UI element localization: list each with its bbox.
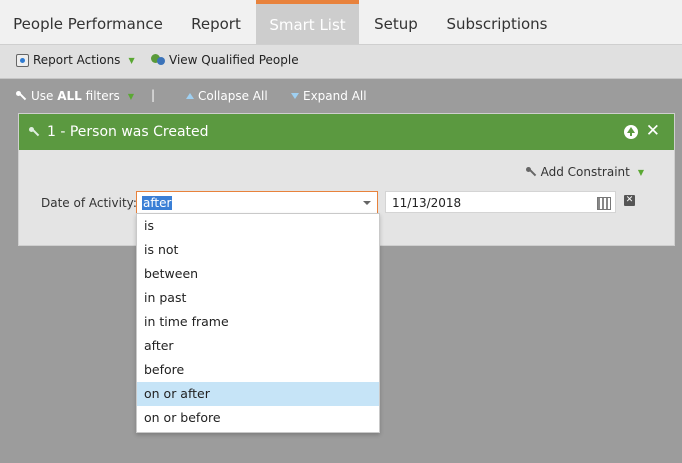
date-of-activity-label: Date of Activity: xyxy=(41,196,137,210)
tab-setup[interactable]: Setup xyxy=(359,0,433,44)
report-icon xyxy=(16,53,29,67)
tab-smart-list[interactable]: Smart List xyxy=(256,0,359,44)
operator-dropdown-list: is is not between in past in time frame … xyxy=(136,213,380,433)
chevron-down-icon: ▼ xyxy=(128,55,135,65)
dropdown-option-highlighted[interactable]: on or after xyxy=(137,382,379,406)
collapse-all-button[interactable]: Collapse All xyxy=(186,89,268,103)
dropdown-option[interactable]: in time frame xyxy=(137,310,379,334)
use-filters-label: Use ALL filters xyxy=(31,89,120,103)
chevron-down-icon: ▼ xyxy=(637,167,644,177)
dropdown-option[interactable]: is not xyxy=(137,238,379,262)
dropdown-option[interactable]: before xyxy=(137,358,379,382)
toolbar: Report Actions ▼ View Qualified People xyxy=(0,45,682,79)
use-all-filters-dropdown[interactable]: Use ALL filters ▼ xyxy=(16,89,134,103)
wand-icon xyxy=(29,127,40,138)
report-actions-button[interactable]: Report Actions ▼ xyxy=(16,53,135,67)
filter-header: 1 - Person was Created ✕ xyxy=(19,114,674,150)
move-up-icon[interactable] xyxy=(624,125,638,139)
chevron-down-icon xyxy=(363,201,371,205)
expand-all-label: Expand All xyxy=(303,89,367,103)
collapse-all-label: Collapse All xyxy=(198,89,268,103)
dropdown-option[interactable]: on or before xyxy=(137,406,379,430)
dropdown-option[interactable]: in past xyxy=(137,286,379,310)
collapse-icon xyxy=(186,93,194,99)
wand-icon xyxy=(525,166,537,178)
date-input[interactable]: 11/13/2018 xyxy=(385,191,616,213)
view-qualified-label: View Qualified People xyxy=(169,53,299,67)
calendar-icon[interactable] xyxy=(597,197,611,210)
expand-all-button[interactable]: Expand All xyxy=(291,89,367,103)
filter-title: 1 - Person was Created xyxy=(47,124,209,140)
tab-people-performance[interactable]: People Performance xyxy=(0,0,176,44)
add-constraint-label: Add Constraint xyxy=(540,165,630,179)
people-icon xyxy=(151,54,165,66)
filter-options-bar: Use ALL filters ▼ | Collapse All Expand … xyxy=(0,79,682,113)
operator-select[interactable]: after xyxy=(136,191,378,215)
clear-icon[interactable]: ✕ xyxy=(624,195,635,206)
tab-subscriptions[interactable]: Subscriptions xyxy=(433,0,561,44)
use-bold: ALL xyxy=(57,89,82,103)
wand-icon xyxy=(16,90,27,102)
close-icon[interactable]: ✕ xyxy=(646,121,660,141)
dropdown-option[interactable]: between xyxy=(137,262,379,286)
expand-icon xyxy=(291,93,299,99)
use-suffix: filters xyxy=(81,89,120,103)
chevron-down-icon: ▼ xyxy=(127,91,134,101)
date-value: 11/13/2018 xyxy=(392,196,462,210)
tab-report[interactable]: Report xyxy=(176,0,256,44)
dropdown-option[interactable]: after xyxy=(137,334,379,358)
divider: | xyxy=(151,88,156,102)
operator-selected-value: after xyxy=(142,196,173,210)
report-actions-label: Report Actions xyxy=(33,53,121,67)
add-constraint-button[interactable]: Add Constraint ▼ xyxy=(525,165,644,179)
main-tab-bar: People Performance Report Smart List Set… xyxy=(0,0,682,45)
dropdown-option[interactable]: is xyxy=(137,214,379,238)
use-prefix: Use xyxy=(31,89,58,103)
view-qualified-people-button[interactable]: View Qualified People xyxy=(151,53,299,67)
